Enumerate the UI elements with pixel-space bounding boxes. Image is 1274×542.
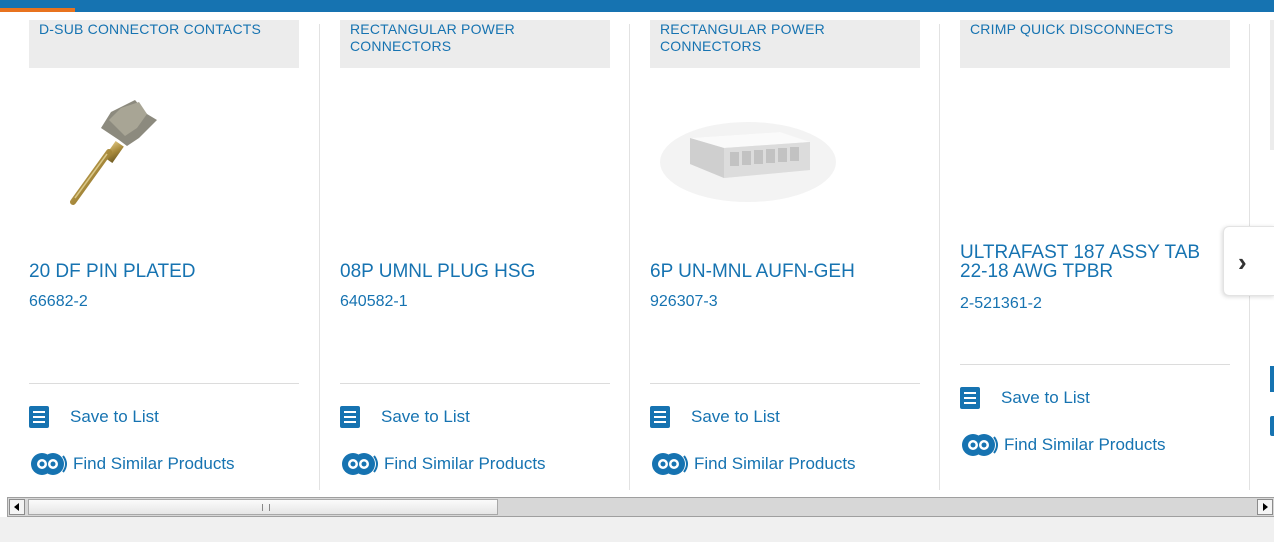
save-to-list-label: Save to List <box>1001 388 1090 407</box>
find-similar-label: Find Similar Products <box>694 454 856 473</box>
horizontal-scrollbar[interactable] <box>7 497 1274 517</box>
find-similar-button[interactable]: Find Similar Products <box>29 451 235 477</box>
product-part-number[interactable]: 926307-3 <box>650 293 718 311</box>
product-image[interactable] <box>970 90 1170 210</box>
product-category[interactable]: CRIMP QUICK DISCONNECTS <box>960 20 1230 68</box>
product-card: RECTANGULAR POWER CONNECTORS 6P UN-MNL A… <box>650 20 920 480</box>
save-to-list-label: Save to List <box>70 407 159 426</box>
scroll-left-button[interactable] <box>9 499 25 515</box>
card-separator <box>319 24 320 490</box>
similar-products-icon <box>31 453 67 475</box>
arrow-right-icon <box>1263 503 1268 511</box>
similar-products-icon <box>1270 416 1274 436</box>
save-to-list-label: Save to List <box>381 407 470 426</box>
product-category-partial <box>1270 20 1274 150</box>
save-to-list-label: Save to List <box>691 407 780 426</box>
card-divider <box>340 383 610 384</box>
product-title[interactable]: 08P UMNL PLUG HSG <box>340 262 535 281</box>
product-card: RECTANGULAR POWER CONNECTORS 08P UMNL PL… <box>340 20 610 480</box>
similar-products-icon <box>652 453 688 475</box>
card-separator <box>629 24 630 490</box>
checklist-icon <box>650 406 670 428</box>
scrollbar-grip <box>262 504 270 511</box>
find-similar-label: Find Similar Products <box>384 454 546 473</box>
card-divider <box>650 383 920 384</box>
product-category[interactable]: RECTANGULAR POWER CONNECTORS <box>650 20 920 68</box>
card-divider <box>29 383 299 384</box>
product-image[interactable] <box>350 90 550 210</box>
scrollbar-thumb[interactable] <box>28 499 498 515</box>
find-similar-button[interactable]: Find Similar Products <box>340 451 546 477</box>
similar-products-icon <box>962 434 998 456</box>
page-background-strip <box>0 517 1274 542</box>
product-title[interactable]: 20 DF PIN PLATED <box>29 262 195 281</box>
product-part-number[interactable]: 640582-1 <box>340 293 408 311</box>
pin-contact-image <box>70 100 157 205</box>
find-similar-label: Find Similar Products <box>73 454 235 473</box>
connector-housing-image <box>660 122 836 202</box>
card-divider <box>960 364 1230 365</box>
product-image[interactable] <box>660 90 860 210</box>
product-card: CRIMP QUICK DISCONNECTS ULTRAFAST 187 AS… <box>960 20 1230 480</box>
product-card: D-SUB CONNECTOR CONTACTS 20 DF PIN PLATE… <box>29 20 299 480</box>
similar-products-icon <box>342 453 378 475</box>
find-similar-label: Find Similar Products <box>1004 435 1166 454</box>
scroll-right-button[interactable] <box>1257 499 1273 515</box>
product-category[interactable]: D-SUB CONNECTOR CONTACTS <box>29 20 299 68</box>
card-separator <box>939 24 940 490</box>
save-to-list-button[interactable]: Save to List <box>29 406 159 428</box>
checklist-icon <box>340 406 360 428</box>
save-to-list-button[interactable]: Save to List <box>340 406 470 428</box>
carousel-next-button[interactable]: › <box>1223 226 1274 296</box>
chevron-right-icon: › <box>1238 247 1247 277</box>
checklist-icon <box>960 387 980 409</box>
checklist-icon <box>1270 366 1274 392</box>
find-similar-button[interactable]: Find Similar Products <box>960 432 1166 458</box>
checklist-icon <box>29 406 49 428</box>
product-carousel: D-SUB CONNECTOR CONTACTS 20 DF PIN PLATE… <box>0 12 1274 494</box>
product-image[interactable] <box>39 90 239 210</box>
save-to-list-button[interactable]: Save to List <box>650 406 780 428</box>
product-part-number[interactable]: 66682-2 <box>29 293 88 311</box>
product-title[interactable]: ULTRAFAST 187 ASSY TAB 22-18 AWG TPBR <box>960 243 1230 281</box>
product-title[interactable]: 6P UN-MNL AUFN-GEH <box>650 262 855 281</box>
product-category[interactable]: RECTANGULAR POWER CONNECTORS <box>340 20 610 68</box>
product-part-number[interactable]: 2-521361-2 <box>960 295 1042 313</box>
find-similar-button[interactable]: Find Similar Products <box>650 451 856 477</box>
arrow-left-icon <box>14 503 19 511</box>
save-to-list-button[interactable]: Save to List <box>960 387 1090 409</box>
top-accent-bar <box>0 0 1274 12</box>
